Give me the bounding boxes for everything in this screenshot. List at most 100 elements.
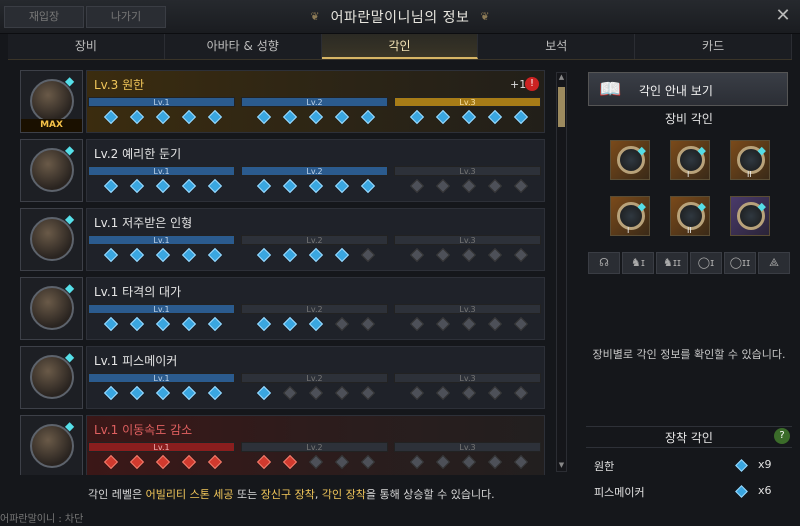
level-segment: Lv.1 [88,304,235,314]
engraving-name: Lv.1 타격의 대가 [94,285,182,299]
engraving-portrait: ◆ [20,139,83,202]
filter-earring-II-icon[interactable]: ♞ɪɪ [656,252,688,274]
level-segment: Lv.3 [394,235,541,245]
filter-ring-II-icon[interactable]: ◯ɪɪ [724,252,756,274]
footer-text: , [314,488,322,501]
filter-earring-I-icon[interactable]: ♞ɪ [622,252,654,274]
guide-button-label: 각인 안내 보기 [639,84,713,98]
engraving-portrait: ◆ [20,208,83,271]
window-title: 어파란말이니님의 정보 [330,10,470,26]
slot-roman: I [687,170,690,179]
slot-necklace[interactable]: ◆ [610,140,650,180]
scroll-up-icon[interactable]: ▲ [557,73,566,83]
list-scrollbar[interactable]: ▲ ▼ [556,72,567,472]
gem-marker-icon: ◆ [757,144,766,157]
gem-icon [735,485,748,498]
footer-highlight-engrave: 각인 장착 [321,488,366,501]
filter-ring-I-icon[interactable]: ◯ɪ [690,252,722,274]
equipped-count: x9 [758,458,772,471]
level-segment: Lv.3 [394,97,541,107]
engraving-portrait: ◆ [20,277,83,340]
equipped-engraving-row: 원한 x9 [594,456,790,474]
equipped-engraving-row: 피스메이커 x6 [594,482,790,500]
tab-avatar[interactable]: 아바타 & 성향 [165,34,322,59]
footer-highlight-stone: 어빌리티 스톤 세공 [145,488,234,501]
max-badge: MAX [21,119,82,132]
gem-marker-icon: ◆ [757,200,766,213]
slot-roman: II [687,226,692,235]
bonus-count: +1 [510,78,527,91]
level-segment: Lv.1 [88,442,235,452]
gem-marker-icon: ◆ [65,281,75,295]
filter-necklace-icon[interactable]: ☊ [588,252,620,274]
slot-filter-bar: ☊ ♞ɪ ♞ɪɪ ◯ɪ ◯ɪɪ ⟁ [586,252,792,274]
tab-gems[interactable]: 보석 [478,34,636,59]
slot-roman: II [747,170,752,179]
level-segment: Lv.3 [394,442,541,452]
equip-engraving-title: 장비 각인 [665,112,713,126]
engraving-row[interactable]: ◆ Lv.1 저주받은 인형 Lv.1 Lv.2 Lv.3 [20,208,545,271]
slot-roman: I [627,226,630,235]
slot-stone[interactable]: ◆ [730,196,770,236]
footer-text: 각인 레벨은 [88,488,146,501]
engraving-row[interactable]: ◆ Lv.1 타격의 대가 Lv.1 Lv.2 Lv.3 [20,277,545,340]
gem-icon [735,459,748,472]
engraving-portrait: ◆ MAX [20,70,83,133]
engraving-guide-button[interactable]: 📖 각인 안내 보기 [588,72,788,106]
tab-equipment[interactable]: 장비 [8,34,165,59]
engraving-name: Lv.3 원한 [94,78,145,92]
level-segment: Lv.3 [394,304,541,314]
engraving-name: Lv.2 예리한 둔기 [94,147,182,161]
gem-marker-icon: ◆ [65,74,75,88]
title-ornament-right: ❦ [480,10,490,23]
tab-cards[interactable]: 카드 [635,34,792,59]
gem-marker-icon: ◆ [697,200,706,213]
equipped-name: 피스메이커 [594,486,645,499]
gem-marker-icon: ◆ [65,350,75,364]
footer-hint: 각인 레벨은 어빌리티 스톤 세공 또는 장신구 장착, 각인 장착을 통해 상… [88,486,495,502]
scroll-thumb[interactable] [558,87,565,127]
gem-marker-icon: ◆ [637,144,646,157]
level-segment: Lv.2 [241,166,388,176]
chat-line: 어파란말이니 : 차단 [0,514,84,525]
slot-ring-1[interactable]: ◆ I [610,196,650,236]
footer-text: 또는 [233,488,261,501]
character-info-window: 재입장 나가기 ❦ 어파란말이니님의 정보 ❦ ✕ 장비 아바타 & 성향 각인… [0,0,800,526]
info-text: 장비별로 각인 정보를 확인할 수 있습니다. [592,348,786,361]
level-segment: Lv.1 [88,235,235,245]
slot-earring-2[interactable]: ◆ II [730,140,770,180]
engraving-row[interactable]: ◆ Lv.2 예리한 둔기 Lv.1 Lv.2 Lv.3 [20,139,545,202]
level-segment: Lv.3 [394,166,541,176]
level-segment: Lv.2 [241,304,388,314]
level-segment: Lv.2 [241,235,388,245]
filter-stone-icon[interactable]: ⟁ [758,252,790,274]
engraving-row[interactable]: ◆ Lv.1 이동속도 감소 Lv.1 Lv.2 Lv.3 [20,415,545,475]
slot-ring-2[interactable]: ◆ II [670,196,710,236]
tab-engraving[interactable]: 각인 [321,34,479,59]
engraving-name: Lv.1 이동속도 감소 [94,423,193,437]
equipment-engraving-panel: 📖 각인 안내 보기 장비 각인 ◆ ◆ I ◆ II ◆ I ◆ II ◆ ☊ ♞ɪ ♞ɪɪ ◯ɪ ◯ɪ… [586,70,792,499]
gem-marker-icon: ◆ [637,200,646,213]
engraving-row[interactable]: ◆ Lv.1 피스메이커 Lv.1 Lv.2 Lv.3 [20,346,545,409]
close-icon[interactable]: ✕ [772,5,794,27]
title-bar[interactable]: 재입장 나가기 ❦ 어파란말이니님의 정보 ❦ ✕ [0,0,800,34]
warning-icon[interactable]: ! [525,77,539,91]
engraving-list: ◆ MAX Lv.3 원한 +1! Lv.1 Lv.2 Lv.3 ◆ Lv.2 예리한 둔기 Lv… [20,70,545,475]
equipped-engraving-title: 장착 각인 [586,426,792,448]
level-segment: Lv.1 [88,373,235,383]
help-icon[interactable]: ? [774,428,790,444]
gem-marker-icon: ◆ [65,143,75,157]
gem-marker-icon: ◆ [65,212,75,226]
gem-marker-icon: ◆ [697,144,706,157]
level-segment: Lv.2 [241,97,388,107]
tab-bar: 장비 아바타 & 성향 각인 보석 카드 [8,34,792,60]
scroll-down-icon[interactable]: ▼ [557,461,566,471]
footer-highlight-accessory: 장신구 장착 [260,488,315,501]
engraving-row[interactable]: ◆ MAX Lv.3 원한 +1! Lv.1 Lv.2 Lv.3 [20,70,545,133]
equipped-name: 원한 [594,460,615,473]
footer-text: 을 통해 상승할 수 있습니다. [365,488,495,501]
level-segment: Lv.1 [88,97,235,107]
book-icon: 📖 [599,79,622,100]
level-segment: Lv.3 [394,373,541,383]
slot-earring-1[interactable]: ◆ I [670,140,710,180]
